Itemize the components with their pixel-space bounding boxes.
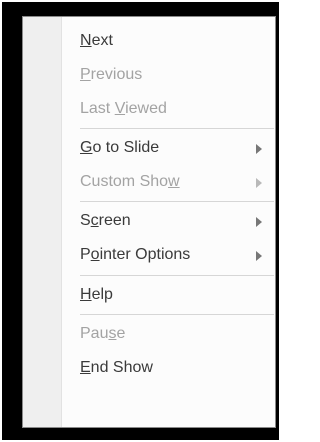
menu-item-previous[interactable]: Previous (62, 58, 274, 92)
menu-item-label: Pause (80, 325, 126, 342)
menu-item-label: Pointer Options (80, 246, 191, 263)
menu-item-label: Help (80, 286, 113, 303)
menu-item-label: Previous (80, 66, 143, 83)
menu-separator (80, 275, 274, 276)
menu-separator (80, 314, 274, 315)
menu-item-go-to-slide[interactable]: Go to Slide (62, 131, 274, 165)
menu-separator (80, 201, 274, 202)
submenu-arrow-icon (256, 144, 262, 154)
submenu-arrow-icon (256, 217, 262, 227)
menu-item-last-viewed[interactable]: Last Viewed (62, 92, 274, 126)
menu-item-custom-show[interactable]: Custom Show (62, 165, 274, 199)
menu-item-help[interactable]: Help (62, 278, 274, 312)
submenu-arrow-icon (256, 251, 262, 261)
menu-item-label: Screen (80, 212, 131, 229)
menu-item-label: Go to Slide (80, 139, 160, 156)
window-frame: Next Previous Last Viewed Go to Slide Cu… (2, 2, 279, 440)
menu-item-label: Next (80, 32, 113, 49)
submenu-arrow-icon (256, 178, 262, 188)
menu-icon-gutter (23, 17, 62, 427)
menu-item-pointer-options[interactable]: Pointer Options (62, 238, 274, 272)
menu-item-pause[interactable]: Pause (62, 317, 274, 351)
menu-item-label: Last Viewed (80, 100, 167, 117)
menu-item-label: End Show (80, 359, 153, 376)
menu-item-next[interactable]: Next (62, 24, 274, 58)
menu-item-label: Custom Show (80, 173, 180, 190)
menu-separator (80, 128, 274, 129)
menu-item-screen[interactable]: Screen (62, 204, 274, 238)
slideshow-context-menu: Next Previous Last Viewed Go to Slide Cu… (22, 16, 276, 428)
menu-item-end-show[interactable]: End Show (62, 351, 274, 385)
